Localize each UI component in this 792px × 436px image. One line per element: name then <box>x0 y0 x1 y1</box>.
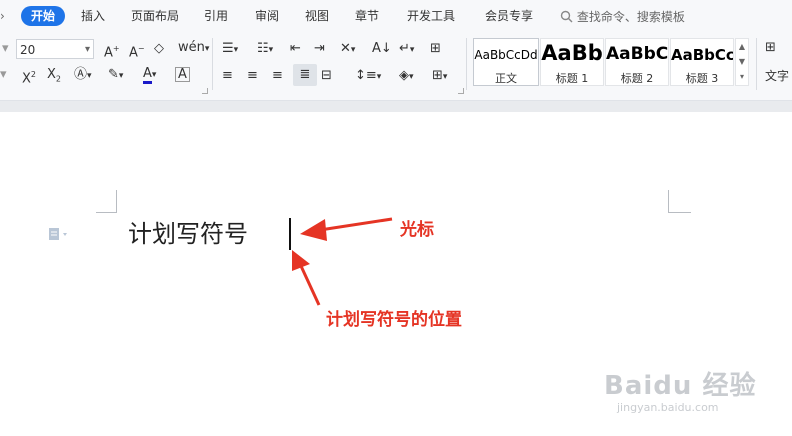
baidu-watermark: Baidu 经验 <box>604 371 757 401</box>
cursor-annotation: 光标 <box>400 220 434 240</box>
cursor-arrow-head <box>300 219 327 241</box>
position-annotation: 计划写符号的位置 <box>326 310 462 330</box>
watermark-url: jingyan.baidu.com <box>617 401 719 414</box>
cursor-arrow-line <box>319 217 393 232</box>
position-arrow-line <box>299 265 321 306</box>
